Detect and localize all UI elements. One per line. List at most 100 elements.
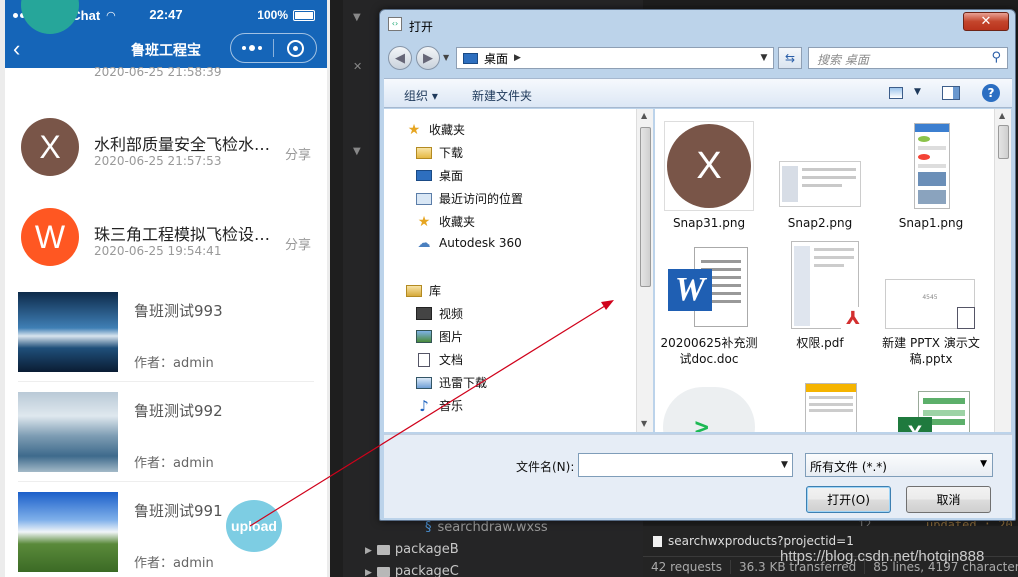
open-button[interactable]: 打开(O) bbox=[806, 486, 891, 513]
file-scrollbar[interactable]: ▲ bbox=[994, 109, 1011, 432]
tree-item-file[interactable]: § searchdraw.wxss bbox=[425, 520, 548, 535]
nav-item-label: 文档 bbox=[439, 353, 464, 367]
filename-input[interactable] bbox=[578, 453, 793, 477]
cancel-button[interactable]: 取消 bbox=[906, 486, 991, 513]
nav-item-desktop[interactable]: 桌面 bbox=[416, 167, 463, 184]
forward-button[interactable]: ▶ bbox=[416, 46, 440, 70]
document-icon bbox=[653, 536, 662, 547]
filename-dropdown-icon[interactable]: ▼ bbox=[777, 454, 792, 476]
file-item[interactable]: W 20200625补充测试doc.doc bbox=[659, 241, 759, 367]
scroll-up-icon[interactable]: ▲ bbox=[999, 111, 1005, 120]
file-item[interactable]: Snap1.png bbox=[881, 121, 981, 231]
search-input[interactable]: 搜索 桌面 ⚲ bbox=[808, 47, 1008, 69]
file-thumbnail: >_ bbox=[659, 377, 759, 432]
view-dropdown-icon[interactable]: ▼ bbox=[914, 87, 921, 97]
collapse-arrow-icon[interactable]: ▼ bbox=[353, 12, 361, 23]
new-folder-button[interactable]: 新建文件夹 bbox=[472, 87, 532, 104]
nav-item-label: 最近访问的位置 bbox=[439, 192, 524, 206]
nav-item-videos[interactable]: 视频 bbox=[416, 305, 463, 322]
dialog-footer: 文件名(N): ▼ 所有文件 (*.*) ▼ 打开(O) 取消 bbox=[384, 434, 1012, 518]
preview-pane-icon[interactable] bbox=[942, 86, 960, 100]
nav-item-music[interactable]: ♪ 音乐 bbox=[416, 397, 463, 415]
file-item[interactable]: X bbox=[881, 377, 981, 432]
nav-item-favorites-2[interactable]: ★ 收藏夹 bbox=[416, 213, 475, 230]
list-item[interactable]: W 珠三角工程模拟飞检设… 2020-06-25 19:54:41 分享 bbox=[5, 192, 327, 282]
nav-item-pictures[interactable]: 图片 bbox=[416, 328, 463, 345]
upload-button[interactable]: upload bbox=[226, 500, 282, 552]
nav-item-label: 视频 bbox=[439, 307, 464, 321]
tree-item-folder[interactable]: ▶ packageC bbox=[365, 564, 459, 577]
file-name: Snap31.png bbox=[672, 216, 746, 230]
file-item[interactable] bbox=[770, 377, 870, 432]
file-name: Snap2.png bbox=[787, 216, 853, 230]
item-title: 水利部质量安全飞检水… bbox=[94, 135, 271, 154]
address-box[interactable]: 桌面 ▶ ▼ bbox=[456, 47, 774, 69]
nav-item-libraries[interactable]: 库 bbox=[406, 282, 441, 299]
list-item[interactable]: X 水利部质量安全飞检水… 2020-06-25 21:57:53 分享 bbox=[5, 102, 327, 192]
file-thumbnail bbox=[775, 377, 865, 432]
refresh-button[interactable]: ⇆ bbox=[778, 47, 802, 69]
folder-icon bbox=[376, 544, 390, 555]
nav-item-recent[interactable]: 最近访问的位置 bbox=[416, 190, 523, 207]
file-item[interactable]: >_ bbox=[659, 377, 759, 432]
phone-simulator: WeChat ◠ 22:47 100% ‹ 鲁班工程宝 2020-06-25 2… bbox=[0, 0, 330, 577]
scroll-up-icon[interactable]: ▲ bbox=[641, 111, 647, 120]
product-author: 作者：admin bbox=[134, 356, 214, 371]
nav-item-documents[interactable]: 文档 bbox=[416, 351, 463, 368]
nav-item-label: 库 bbox=[429, 284, 442, 298]
file-thumbnail: W bbox=[664, 241, 754, 331]
help-icon[interactable]: ? bbox=[982, 84, 1000, 102]
pdf-icon: ⅄ bbox=[841, 307, 865, 329]
nav-item-xunlei[interactable]: 迅雷下载 bbox=[416, 374, 487, 391]
address-dropdown-icon[interactable]: ▼ bbox=[755, 48, 773, 68]
address-segment[interactable]: 桌面 bbox=[484, 50, 508, 67]
file-name: 权限.pdf bbox=[796, 336, 844, 350]
dialog-toolbar: 组织 ▾ 新建文件夹 ▼ ? bbox=[384, 78, 1012, 108]
file-item[interactable]: 4545 新建 PPTX 演示文稿.pptx bbox=[881, 241, 981, 367]
collapse-arrow-icon[interactable]: ▼ bbox=[353, 146, 361, 157]
nav-item-favorites[interactable]: ★ 收藏夹 bbox=[406, 121, 465, 138]
product-title: 鲁班测试991 bbox=[134, 502, 223, 520]
tree-item-label: packageB bbox=[394, 542, 459, 557]
nav-item-downloads[interactable]: 下载 bbox=[416, 144, 463, 161]
product-thumbnail bbox=[18, 392, 118, 472]
nav-scrollbar[interactable]: ▲ ▼ bbox=[636, 109, 653, 432]
pptx-icon bbox=[957, 307, 975, 329]
file-thumbnail: ⅄ bbox=[775, 241, 865, 331]
share-link[interactable]: 分享 bbox=[285, 144, 311, 163]
list-item[interactable]: 2020-06-25 21:58:39 bbox=[5, 0, 327, 90]
scroll-thumb[interactable] bbox=[640, 127, 651, 287]
close-icon[interactable]: ✕ bbox=[353, 60, 362, 73]
product-item[interactable]: 鲁班测试993 作者：admin bbox=[18, 282, 314, 382]
dialog-titlebar[interactable]: ‹› 打开 ✕ bbox=[380, 10, 1015, 38]
file-item[interactable]: X Snap31.png bbox=[659, 121, 759, 231]
product-title: 鲁班测试993 bbox=[134, 302, 223, 320]
file-item[interactable]: Snap2.png bbox=[770, 121, 870, 231]
address-bar-row: ◀ ▶ ▼ 桌面 ▶ ▼ ⇆ 搜索 桌面 ⚲ bbox=[386, 44, 1008, 72]
file-item[interactable]: ⅄ 权限.pdf bbox=[770, 241, 870, 351]
search-icon[interactable]: ⚲ bbox=[991, 50, 1001, 65]
avatar: W bbox=[21, 208, 79, 266]
tree-item-folder[interactable]: ▶ packageB bbox=[365, 542, 459, 557]
scroll-thumb[interactable] bbox=[998, 125, 1009, 159]
share-link[interactable]: 分享 bbox=[285, 234, 311, 253]
file-thumbnail: X bbox=[664, 121, 754, 211]
desktop-icon bbox=[416, 170, 432, 181]
breadcrumb-arrow-icon[interactable]: ▶ bbox=[514, 53, 521, 63]
view-icon[interactable] bbox=[889, 87, 903, 99]
item-title: 珠三角工程模拟飞检设… bbox=[94, 225, 271, 244]
recent-dropdown-icon[interactable]: ▼ bbox=[443, 53, 449, 62]
product-item[interactable]: 鲁班测试992 作者：admin bbox=[18, 382, 314, 482]
network-request-row[interactable]: searchwxproducts?projectid=1 bbox=[653, 534, 854, 548]
nav-item-autodesk[interactable]: ☁ Autodesk 360 bbox=[416, 236, 522, 251]
folder-icon bbox=[416, 146, 432, 159]
back-button[interactable]: ◀ bbox=[388, 46, 412, 70]
nav-item-label: 迅雷下载 bbox=[439, 376, 488, 390]
file-thumbnail bbox=[886, 121, 976, 211]
avatar bbox=[21, 0, 79, 34]
file-thumbnail: X bbox=[886, 377, 976, 432]
close-button[interactable]: ✕ bbox=[963, 12, 1009, 31]
file-type-select[interactable]: 所有文件 (*.*) ▼ bbox=[805, 453, 993, 477]
scroll-down-icon[interactable]: ▼ bbox=[641, 419, 647, 428]
organize-button[interactable]: 组织 ▾ bbox=[404, 87, 438, 104]
